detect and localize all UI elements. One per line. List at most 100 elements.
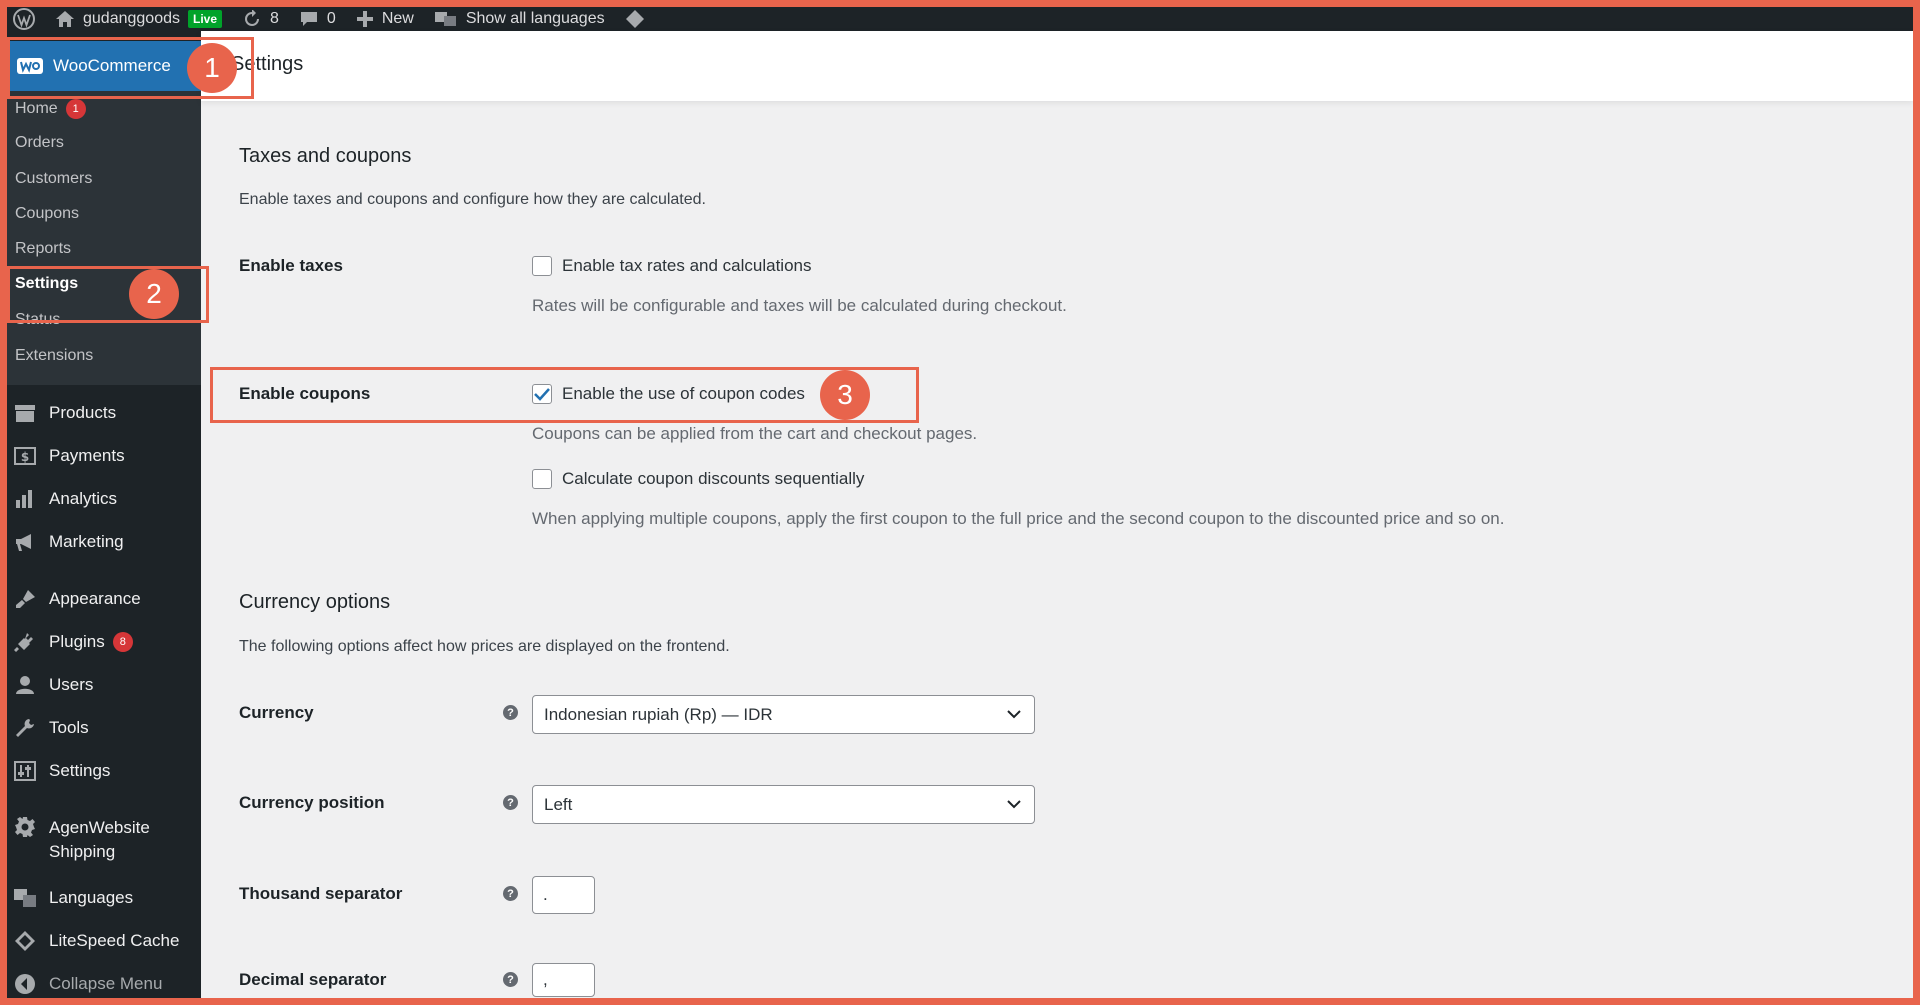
tools-label: Tools	[49, 718, 89, 737]
currency-label: Currency	[239, 703, 314, 722]
submenu-reports[interactable]: Reports	[15, 240, 71, 258]
sidebar-item-analytics[interactable]: Analytics	[7, 488, 201, 510]
enable-taxes-checkbox[interactable]	[532, 256, 552, 276]
comments-link[interactable]: 0	[289, 7, 346, 31]
site-name-link[interactable]: gudanggoods Live	[45, 7, 232, 31]
app-frame: gudanggoods Live 8 0 New Show all langua…	[7, 7, 1913, 998]
plugins-label-group: Plugins 8	[49, 631, 133, 653]
page-header: Settings	[201, 31, 1913, 101]
enable-coupons-help: Coupons can be applied from the cart and…	[532, 424, 978, 443]
wordpress-icon	[13, 8, 35, 30]
users-label: Users	[49, 675, 94, 694]
svg-text:$: $	[21, 450, 29, 464]
plus-icon	[356, 11, 373, 27]
new-content-link[interactable]: New	[346, 7, 424, 31]
enable-taxes-label: Enable taxes	[239, 256, 343, 275]
translate-icon	[13, 887, 37, 909]
sidebar-item-users[interactable]: Users	[7, 674, 201, 696]
refresh-icon	[245, 10, 259, 26]
updates-count: 8	[270, 10, 279, 27]
currency-position-label: Currency position	[239, 793, 385, 812]
decimal-separator-input[interactable]: ,	[532, 963, 595, 997]
sidebar-item-agenwebsite-shipping[interactable]: AgenWebsite Shipping	[7, 816, 201, 864]
submenu-home-label: Home	[15, 100, 58, 117]
brush-icon	[13, 588, 37, 610]
languages-link[interactable]: Show all languages	[424, 7, 615, 31]
languages-label: Show all languages	[465, 10, 605, 27]
sequential-discounts-help: When applying multiple coupons, apply th…	[532, 509, 1505, 528]
gear-icon	[13, 816, 37, 838]
enable-taxes-checkbox-row[interactable]: Enable tax rates and calculations	[532, 256, 812, 276]
step-marker-2: 2	[129, 269, 179, 319]
updates-link[interactable]: 8	[232, 7, 289, 31]
live-badge: Live	[187, 10, 222, 28]
sliders-icon	[13, 760, 37, 782]
step-marker-3: 3	[820, 370, 870, 420]
sidebar-item-settings[interactable]: Settings	[7, 760, 201, 782]
user-icon	[13, 674, 37, 696]
sidebar-item-plugins[interactable]: Plugins 8	[7, 631, 201, 653]
site-name: gudanggoods	[83, 10, 180, 27]
taxes-coupons-heading: Taxes and coupons	[239, 145, 412, 167]
submenu-extensions[interactable]: Extensions	[15, 347, 93, 365]
home-count-badge: 1	[65, 99, 86, 119]
analytics-label: Analytics	[49, 489, 118, 508]
currency-position-select-value: Left	[544, 794, 573, 814]
comments-count: 0	[326, 10, 336, 27]
enable-taxes-help: Rates will be configurable and taxes wil…	[532, 296, 1067, 315]
new-label: New	[381, 10, 414, 27]
currency-options-description: The following options affect how prices …	[239, 638, 730, 655]
currency-options-heading: Currency options	[239, 591, 391, 613]
sidebar-item-languages[interactable]: Languages	[7, 887, 201, 909]
decimal-separator-label: Decimal separator	[239, 970, 387, 989]
sequential-discounts-checkbox-label: Calculate coupon discounts sequentially	[562, 469, 865, 488]
agenwebsite-shipping-label: AgenWebsite Shipping	[49, 818, 150, 861]
currency-position-help-tip-icon[interactable]: ?	[503, 795, 518, 810]
translate-icon	[434, 12, 456, 26]
sidebar-item-marketing[interactable]: Marketing	[7, 531, 201, 553]
marketing-label: Marketing	[49, 532, 124, 551]
chevron-down-icon	[1007, 710, 1021, 719]
diamond-icon	[625, 10, 644, 28]
woocommerce-submenu: Home 1 Orders Customers Coupons Reports …	[7, 91, 201, 385]
sidebar-item-products[interactable]: Products	[7, 402, 201, 424]
payments-label: Payments	[49, 446, 125, 465]
admin-sidebar: WooCommerce Home 1 Orders Customers Coup…	[7, 31, 201, 998]
taxes-coupons-description: Enable taxes and coupons and configure h…	[239, 191, 706, 208]
wrench-icon	[13, 717, 37, 739]
litespeed-cache-label: LiteSpeed Cache	[49, 931, 180, 950]
plugins-label: Plugins	[49, 632, 105, 651]
admin-bar: gudanggoods Live 8 0 New Show all langua…	[7, 7, 1913, 31]
chevron-down-icon	[1007, 800, 1021, 809]
decimal-separator-help-tip-icon[interactable]: ?	[503, 972, 518, 987]
sidebar-item-tools[interactable]: Tools	[7, 717, 201, 739]
products-label: Products	[49, 403, 117, 422]
plugins-count-badge: 8	[112, 632, 133, 652]
sequential-discounts-checkbox-row[interactable]: Calculate coupon discounts sequentially	[532, 469, 864, 489]
collapse-icon	[13, 973, 37, 995]
submenu-orders[interactable]: Orders	[15, 134, 64, 152]
currency-select-value: Indonesian rupiah (Rp) — IDR	[544, 704, 773, 724]
submenu-home[interactable]: Home 1	[15, 99, 86, 119]
thousand-separator-help-tip-icon[interactable]: ?	[503, 886, 518, 901]
currency-help-tip-icon[interactable]: ?	[503, 705, 518, 720]
wp-logo-button[interactable]	[7, 7, 45, 31]
languages-label: Languages	[49, 888, 134, 907]
currency-position-select[interactable]: Left	[532, 785, 1035, 824]
thousand-separator-input[interactable]: .	[532, 876, 595, 914]
sequential-discounts-checkbox[interactable]	[532, 469, 552, 489]
sidebar-item-appearance[interactable]: Appearance	[7, 588, 201, 610]
sidebar-item-payments[interactable]: $ Payments	[7, 445, 201, 467]
litespeed-adminbar-button[interactable]	[615, 7, 655, 31]
submenu-coupons[interactable]: Coupons	[15, 205, 79, 223]
megaphone-icon	[13, 531, 37, 553]
sidebar-item-litespeed-cache[interactable]: LiteSpeed Cache	[7, 930, 201, 952]
settings-label: Settings	[49, 761, 111, 780]
currency-select[interactable]: Indonesian rupiah (Rp) — IDR	[532, 695, 1035, 734]
submenu-customers[interactable]: Customers	[15, 170, 92, 188]
collapse-menu-button[interactable]: Collapse Menu	[7, 973, 201, 995]
home-icon	[56, 11, 74, 27]
plug-icon	[13, 631, 37, 653]
appearance-label: Appearance	[49, 589, 141, 608]
comment-icon	[300, 12, 317, 26]
